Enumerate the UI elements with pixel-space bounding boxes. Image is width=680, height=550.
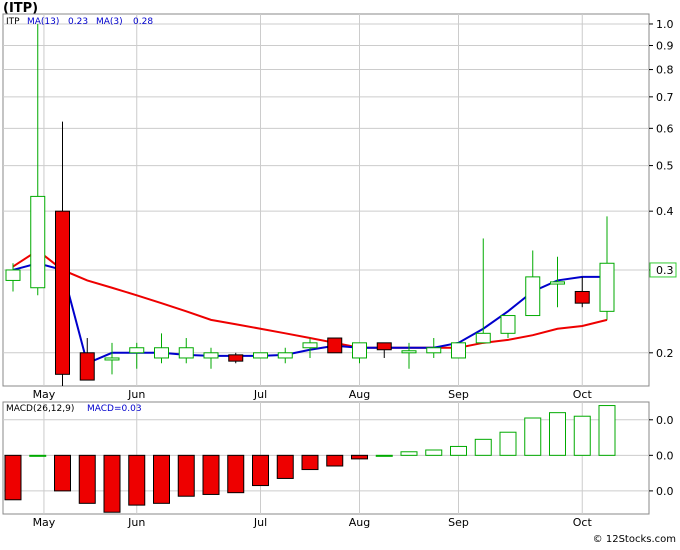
candle-body <box>30 195 46 289</box>
macd-bar <box>375 454 393 457</box>
price-x-tick-label: Jul <box>253 388 267 401</box>
macd-bar <box>301 454 319 471</box>
price-y-tick-label: 0.2 <box>656 347 674 360</box>
price-y-tick-label: 0.4 <box>656 205 674 218</box>
macd-legend-label: MACD(26,12,9) <box>6 404 74 414</box>
macd-bar <box>351 454 368 460</box>
macd-bar <box>450 445 467 456</box>
price-y-tick-label: 0.6 <box>656 122 674 135</box>
legend-ma3-value: 0.28 <box>133 17 153 27</box>
macd-bar <box>202 454 220 495</box>
watermark: © 12Stocks.com <box>593 534 676 545</box>
candle-body <box>79 352 95 381</box>
macd-bar <box>549 412 566 456</box>
macd-bar <box>425 449 443 456</box>
price-y-tick-label: 0.8 <box>656 64 674 77</box>
candle-body <box>104 357 120 361</box>
macd-bar <box>29 454 47 457</box>
macd-bar <box>103 454 121 513</box>
legend-ma13-label: MA(13) <box>27 17 59 27</box>
macd-x-tick-label: Oct <box>573 516 593 529</box>
candle-body <box>302 342 318 349</box>
macd-bar <box>499 431 517 456</box>
price-y-tick-label: 0.7 <box>656 91 674 104</box>
candle-body <box>352 342 367 359</box>
macd-x-tick-label: Sep <box>448 516 469 529</box>
macd-x-tick-label: May <box>33 516 56 529</box>
candle-body <box>426 347 442 354</box>
candle-body <box>500 315 516 334</box>
candle-body <box>327 337 343 354</box>
macd-y-tick-label: 0.0 <box>656 414 674 427</box>
price-y-tick-label: 1.0 <box>656 18 674 31</box>
macd-bar <box>4 454 22 501</box>
legend-ticker: ITP <box>6 17 20 27</box>
chart-svg: (ITP) 1.00.90.80.70.60.50.40.30.2MayMayJ… <box>2 1 677 545</box>
macd-bar <box>177 454 195 497</box>
price-x-tick-label: Jun <box>127 388 145 401</box>
macd-bar <box>474 438 492 456</box>
candle-body <box>550 281 565 285</box>
candle-body <box>5 269 21 281</box>
candle-body <box>228 354 244 362</box>
candle-body <box>154 347 169 359</box>
macd-y-tick-label: 0.0 <box>656 485 674 498</box>
price-x-tick-label: Aug <box>349 388 370 401</box>
price-y-tick-label: 0.5 <box>656 160 674 173</box>
candle-body <box>599 262 615 312</box>
macd-bar <box>252 454 269 487</box>
candle-body <box>129 347 145 354</box>
price-x-tick-label: May <box>33 388 56 401</box>
macd-x-tick-label: Aug <box>349 516 370 529</box>
macd-bar <box>400 451 418 456</box>
legend-ma13-value: 0.23 <box>68 17 88 27</box>
macd-bar <box>276 454 294 479</box>
candle-body <box>475 332 491 344</box>
macd-bar <box>227 454 245 494</box>
candle-body <box>178 347 194 359</box>
candle-body <box>525 276 541 317</box>
macd-bar <box>54 454 71 492</box>
macd-bar <box>326 454 344 467</box>
candle-body <box>376 342 392 351</box>
macd-bar <box>598 405 616 456</box>
macd-y-tick-label: 0.0 <box>656 449 674 462</box>
macd-x-tick-label: Jun <box>127 516 145 529</box>
candle-body <box>253 352 268 359</box>
price-x-tick-label: Sep <box>448 388 469 401</box>
candle-body <box>451 342 466 359</box>
price-y-tick-label: 0.9 <box>656 39 674 52</box>
macd-bar <box>524 417 542 456</box>
macd-bar <box>153 454 170 504</box>
stock-chart: (ITP) 1.00.90.80.70.60.50.40.30.2MayMayJ… <box>0 0 680 546</box>
candle-body <box>574 290 590 304</box>
macd-bar <box>573 415 591 456</box>
macd-bar <box>128 454 146 506</box>
legend-ma3-label: MA(3) <box>96 17 123 27</box>
candle-body <box>277 352 293 359</box>
macd-x-tick-label: Jul <box>253 516 267 529</box>
macd-bar <box>78 454 96 504</box>
candle-body <box>203 352 219 359</box>
macd-legend-value: MACD=0.03 <box>87 404 142 414</box>
current-price-label: 0.3 <box>656 264 674 277</box>
price-x-tick-label: Oct <box>573 388 593 401</box>
candle-body <box>401 350 417 354</box>
candle-body <box>55 210 70 375</box>
